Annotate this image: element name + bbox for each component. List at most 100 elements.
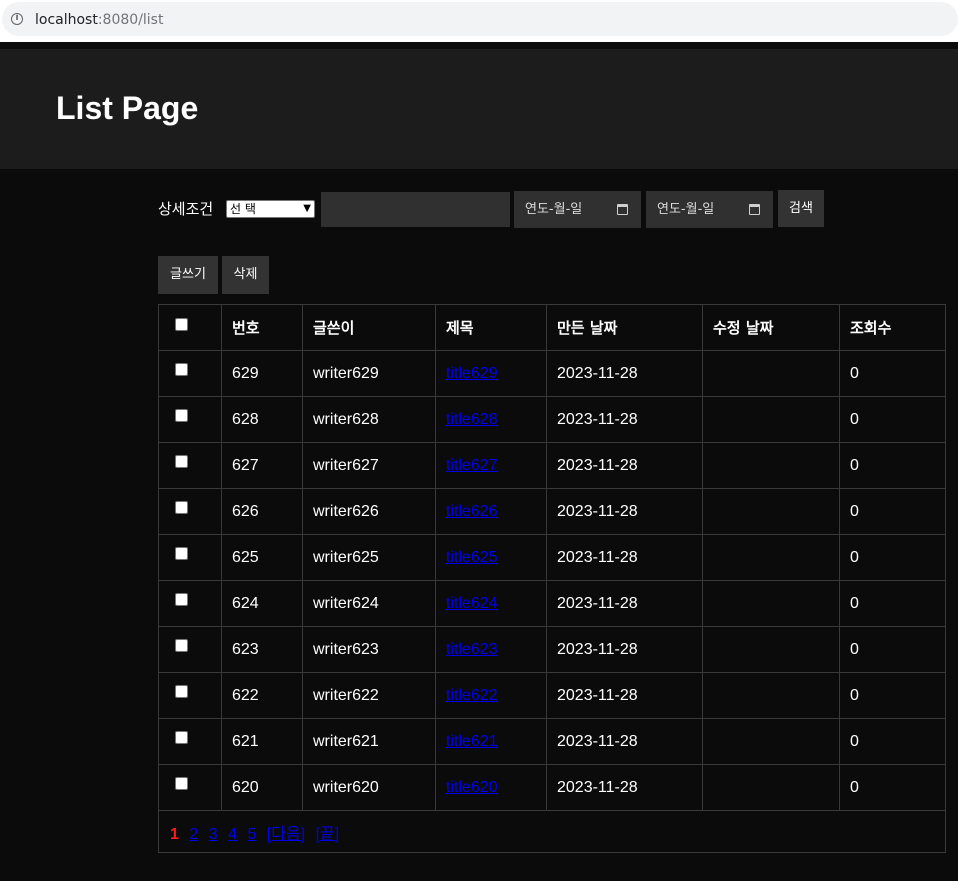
row-checkbox[interactable] [174,776,188,790]
title-link[interactable]: title626 [446,503,498,520]
table-row: 624 writer624 title624 2023-11-28 0 [158,580,946,627]
row-checkbox[interactable] [174,408,188,422]
info-icon[interactable]: i [11,13,23,25]
row-checkbox-cell [158,396,222,443]
select-value: 선 택 [230,202,256,216]
cell-modified [702,350,840,397]
row-checkbox[interactable] [174,500,188,514]
search-condition-select[interactable]: 선 택 ▼ [226,200,315,218]
post-table: 번호 글쓴이 제목 만든 날짜 수정 날짜 조회수 629 writer629 ti… [158,304,946,853]
pagination-row: 1 2 3 4 5 [다음] [끝] [158,810,946,853]
cell-writer: writer628 [302,396,436,443]
table-row: 628 writer628 title628 2023-11-28 0 [158,396,946,443]
address-bar[interactable]: i localhost:8080/list [2,2,958,36]
cell-writer: writer624 [302,580,436,627]
select-all-checkbox[interactable] [174,317,188,331]
row-checkbox-cell [158,534,222,581]
cell-writer: writer626 [302,488,436,535]
row-checkbox-cell [158,626,222,673]
table-row: 627 writer627 title627 2023-11-28 0 [158,442,946,489]
pagination: 1 2 3 4 5 [다음] [끝] [158,810,946,853]
cell-views: 0 [839,442,946,489]
title-link[interactable]: title629 [446,365,498,382]
row-checkbox-cell [158,764,222,811]
cell-created: 2023-11-28 [546,672,703,719]
date-to-input[interactable]: 연도-월-일 [646,191,773,228]
cell-views: 0 [839,580,946,627]
cell-created: 2023-11-28 [546,442,703,489]
write-button[interactable]: 글쓰기 [158,256,218,294]
cell-title: title622 [435,672,547,719]
select-all-cell [158,304,222,351]
row-checkbox-cell [158,442,222,489]
cell-title: title625 [435,534,547,581]
title-link[interactable]: title623 [446,641,498,658]
cell-writer: writer623 [302,626,436,673]
cell-modified [702,672,840,719]
row-checkbox[interactable] [174,362,188,376]
row-checkbox-cell [158,350,222,397]
cell-views: 0 [839,764,946,811]
cell-created: 2023-11-28 [546,350,703,397]
cell-title: title621 [435,718,547,765]
cell-created: 2023-11-28 [546,626,703,673]
cell-writer: writer625 [302,534,436,581]
cell-no: 629 [221,350,303,397]
search-input[interactable] [321,192,510,227]
cell-views: 0 [839,718,946,765]
cell-no: 624 [221,580,303,627]
title-link[interactable]: title624 [446,595,498,612]
search-button[interactable]: 검색 [778,190,824,227]
row-checkbox-cell [158,580,222,627]
row-checkbox[interactable] [174,592,188,606]
title-link[interactable]: title628 [446,411,498,428]
cell-created: 2023-11-28 [546,534,703,581]
row-checkbox[interactable] [174,638,188,652]
row-checkbox[interactable] [174,684,188,698]
cell-no: 620 [221,764,303,811]
cell-modified [702,626,840,673]
cell-title: title626 [435,488,547,535]
page-link[interactable]: 4 [228,826,237,843]
title-link[interactable]: title620 [446,779,498,796]
last-page-link[interactable]: [끝] [316,826,340,843]
column-header-no: 번호 [221,304,303,351]
address-text[interactable]: localhost:8080/list [35,12,163,28]
cell-created: 2023-11-28 [546,764,703,811]
title-link[interactable]: title627 [446,457,498,474]
table-row: 621 writer621 title621 2023-11-28 0 [158,718,946,765]
page-link[interactable]: 5 [247,826,256,843]
cell-writer: writer621 [302,718,436,765]
row-checkbox-cell [158,488,222,535]
delete-button[interactable]: 삭제 [222,256,269,294]
column-header-title: 제목 [435,304,547,351]
cell-no: 625 [221,534,303,581]
row-checkbox[interactable] [174,546,188,560]
calendar-icon[interactable] [749,204,760,215]
cell-writer: writer622 [302,672,436,719]
page-link[interactable]: 3 [209,826,218,843]
table-row: 623 writer623 title623 2023-11-28 0 [158,626,946,673]
date-from-input[interactable]: 연도-월-일 [514,191,641,228]
page-link[interactable]: 2 [189,826,198,843]
title-link[interactable]: title621 [446,733,498,750]
address-path: :8080/list [97,12,164,28]
cell-modified [702,718,840,765]
title-link[interactable]: title622 [446,687,498,704]
row-checkbox[interactable] [174,730,188,744]
row-checkbox[interactable] [174,454,188,468]
column-header-views: 조회수 [839,304,946,351]
divider [0,40,958,42]
cell-views: 0 [839,534,946,581]
pager: 1 2 3 4 5 [다음] [끝] [170,826,345,843]
column-header-modified: 수정 날짜 [702,304,840,351]
page-title: List Page [56,90,199,126]
cell-no: 623 [221,626,303,673]
cell-modified [702,442,840,489]
table-row: 629 writer629 title629 2023-11-28 0 [158,350,946,397]
title-link[interactable]: title625 [446,549,498,566]
next-page-link[interactable]: [다음] [267,826,305,843]
cell-views: 0 [839,350,946,397]
calendar-icon[interactable] [617,204,628,215]
cell-created: 2023-11-28 [546,488,703,535]
